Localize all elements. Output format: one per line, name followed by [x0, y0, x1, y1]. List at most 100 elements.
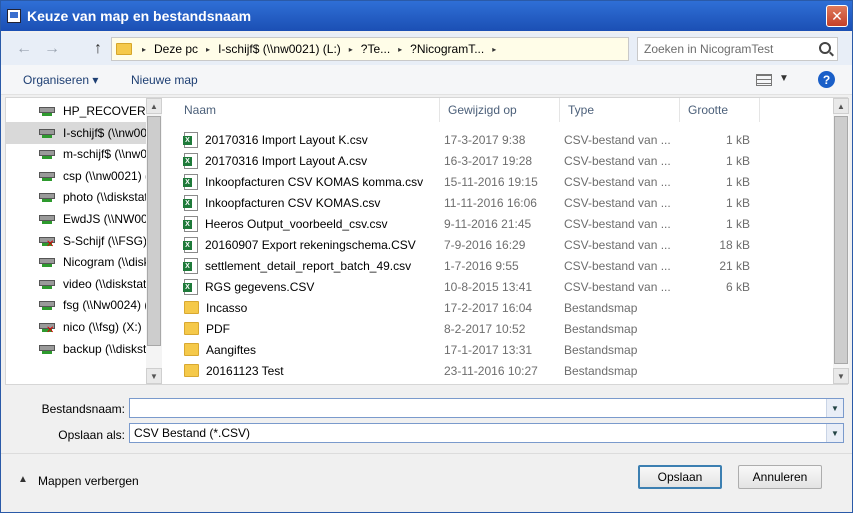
file-name: Inkoopfacturen CSV KOMAS komma.csv: [205, 174, 424, 189]
sidebar-item-drive[interactable]: EwdJS (\\NW002: [6, 208, 146, 230]
new-folder-button[interactable]: Nieuwe map: [131, 73, 198, 87]
chevron-right-icon[interactable]: ▸: [488, 45, 500, 54]
chevron-right-icon[interactable]: ▸: [345, 45, 357, 54]
sidebar-item-drive[interactable]: video (\\diskstat: [6, 273, 146, 295]
network-drive-icon: [39, 278, 57, 290]
scroll-up-arrow[interactable]: ▲: [146, 98, 162, 114]
search-icon[interactable]: [819, 42, 831, 54]
file-list-scrollbar[interactable]: ▲ ▼: [833, 98, 849, 384]
scroll-up-arrow[interactable]: ▲: [833, 98, 849, 114]
table-row[interactable]: 20170316 Import Layout A.csv 16-3-2017 19…: [162, 150, 834, 171]
file-name-cell: Incasso: [184, 301, 247, 315]
table-row[interactable]: settlement_detail_report_batch_49.csv 1-7…: [162, 255, 834, 276]
file-name: settlement_detail_report_batch_49.csv: [205, 258, 412, 273]
file-type: CSV-bestand van ...: [564, 279, 671, 294]
column-header-type[interactable]: Type: [560, 98, 680, 122]
help-icon[interactable]: ?: [818, 71, 835, 88]
chevron-right-icon[interactable]: ▸: [394, 45, 406, 54]
table-row[interactable]: Heeros Output_voorbeeld_csv.csv 9-11-2016…: [162, 213, 834, 234]
file-date: 7-9-2016 16:29: [444, 237, 526, 252]
column-header-name[interactable]: Naam: [162, 98, 440, 122]
sidebar-item-label: Nicogram (\\disk: [63, 255, 146, 270]
cancel-button[interactable]: Annuleren: [738, 465, 822, 489]
back-button[interactable]: ←: [13, 39, 35, 59]
save-type-select[interactable]: CSV Bestand (*.CSV) ▼: [129, 423, 844, 443]
view-options-icon[interactable]: [756, 74, 772, 86]
file-name: RGS gegevens.CSV: [205, 279, 315, 294]
file-date: 17-2-2017 16:04: [444, 300, 533, 315]
breadcrumb-drive[interactable]: I-schijf$ (\\nw0021) (L:): [214, 42, 345, 56]
file-date: 8-2-2017 10:52: [444, 321, 526, 336]
filename-input[interactable]: ▼: [129, 398, 844, 418]
save-button[interactable]: Opslaan: [638, 465, 722, 489]
organize-menu-button[interactable]: Organiseren ▾: [23, 73, 98, 87]
scroll-down-arrow[interactable]: ▼: [833, 368, 849, 384]
sidebar-item-drive[interactable]: m-schijf$ (\\nw0: [6, 143, 146, 165]
file-type: CSV-bestand van ...: [564, 153, 671, 168]
forward-button[interactable]: →: [41, 39, 63, 59]
chevron-down-icon[interactable]: ▼: [826, 399, 843, 417]
chevron-up-icon[interactable]: ▲: [18, 474, 28, 485]
file-name-cell: Aangiftes: [184, 343, 256, 357]
sidebar-item-drive[interactable]: ✕ S-Schijf (\\FSG) (: [6, 230, 146, 252]
file-list: Naam Gewijzigd op Type Grootte 20170316 …: [162, 98, 834, 384]
window-title: Keuze van map en bestandsnaam: [27, 8, 252, 24]
csv-file-icon: [183, 257, 198, 274]
up-button[interactable]: ↑: [87, 39, 109, 59]
sidebar-item-drive[interactable]: ✕ nico (\\fsg) (X:): [6, 316, 146, 338]
filename-label: Bestandsnaam:: [41, 402, 125, 416]
sidebar-item-label: S-Schijf (\\FSG) (: [63, 233, 146, 248]
sidebar-item-drive[interactable]: csp (\\nw0021) (: [6, 165, 146, 187]
network-drive-icon: [39, 170, 57, 182]
sidebar-item-drive[interactable]: HP_RECOVERY (: [6, 100, 146, 122]
chevron-down-icon[interactable]: ▼: [826, 424, 843, 442]
scroll-thumb[interactable]: [147, 116, 161, 346]
file-date: 17-3-2017 9:38: [444, 132, 526, 147]
file-date: 17-1-2017 13:31: [444, 342, 533, 357]
table-row[interactable]: Inkoopfacturen CSV KOMAS.csv 11-11-2016 1…: [162, 192, 834, 213]
close-button[interactable]: ✕: [826, 5, 848, 27]
breadcrumb-this-pc[interactable]: Deze pc: [150, 42, 202, 56]
chevron-right-icon[interactable]: ▸: [202, 45, 214, 54]
hide-folders-button[interactable]: Mappen verbergen: [38, 474, 139, 488]
file-size: 18 kB: [719, 237, 750, 252]
navigation-scrollbar[interactable]: ▲ ▼: [146, 98, 162, 384]
file-name: 20170316 Import Layout A.csv: [205, 153, 368, 168]
table-row[interactable]: 20170316 Import Layout K.csv 17-3-2017 9:…: [162, 129, 834, 150]
sidebar-item-drive[interactable]: photo (\\diskstat: [6, 186, 146, 208]
disconnected-network-drive-icon: ✕: [39, 235, 57, 249]
csv-file-icon: [183, 173, 198, 190]
file-name-cell: 20170316 Import Layout K.csv: [183, 131, 368, 148]
search-input[interactable]: Zoeken in NicogramTest: [637, 37, 838, 61]
table-row[interactable]: PDF 8-2-2017 10:52 Bestandsmap: [162, 318, 834, 339]
address-bar[interactable]: ▸ Deze pc ▸ I-schijf$ (\\nw0021) (L:) ▸ …: [111, 37, 629, 61]
table-row[interactable]: Incasso 17-2-2017 16:04 Bestandsmap: [162, 297, 834, 318]
sidebar-item-drive[interactable]: backup (\\diskst: [6, 338, 146, 360]
file-name-cell: settlement_detail_report_batch_49.csv: [183, 257, 412, 274]
scroll-thumb[interactable]: [834, 116, 848, 364]
file-type: Bestandsmap: [564, 342, 638, 357]
sidebar-item-drive[interactable]: fsg (\\Nw0024) (: [6, 294, 146, 316]
file-date: 9-11-2016 21:45: [444, 216, 532, 231]
sidebar-item-drive[interactable]: Nicogram (\\disk: [6, 251, 146, 273]
breadcrumb-folder[interactable]: ?Te...: [357, 42, 394, 56]
column-header-size[interactable]: Grootte: [680, 98, 760, 122]
chevron-right-icon[interactable]: ▸: [138, 45, 150, 54]
breadcrumb-current[interactable]: ?NicogramT...: [406, 42, 488, 56]
sidebar-item-label: HP_RECOVERY (: [63, 104, 146, 118]
navigation-pane: HP_RECOVERY ( I-schijf$ (\\nw00 m-schijf$ …: [6, 98, 161, 384]
sidebar-item-label: m-schijf$ (\\nw0: [63, 147, 146, 162]
file-size: 1 kB: [725, 132, 750, 147]
sidebar-item-drive[interactable]: I-schijf$ (\\nw00: [6, 121, 146, 144]
table-row[interactable]: Aangiftes 17-1-2017 13:31 Bestandsmap: [162, 339, 834, 360]
table-row[interactable]: RGS gegevens.CSV 10-8-2015 13:41 CSV-besta…: [162, 276, 834, 297]
title-bar[interactable]: Keuze van map en bestandsnaam ✕: [1, 1, 852, 31]
search-placeholder: Zoeken in NicogramTest: [644, 42, 774, 56]
table-row[interactable]: 20161123 Test 23-11-2016 10:27 Bestandsmap: [162, 360, 834, 381]
table-row[interactable]: Inkoopfacturen CSV KOMAS komma.csv 15-11-…: [162, 171, 834, 192]
chevron-down-icon[interactable]: ▼: [779, 73, 789, 84]
scroll-down-arrow[interactable]: ▼: [146, 368, 162, 384]
network-drive-icon: [39, 148, 57, 160]
column-header-date[interactable]: Gewijzigd op: [440, 98, 560, 122]
table-row[interactable]: 20160907 Export rekeningschema.CSV 7-9-20…: [162, 234, 834, 255]
